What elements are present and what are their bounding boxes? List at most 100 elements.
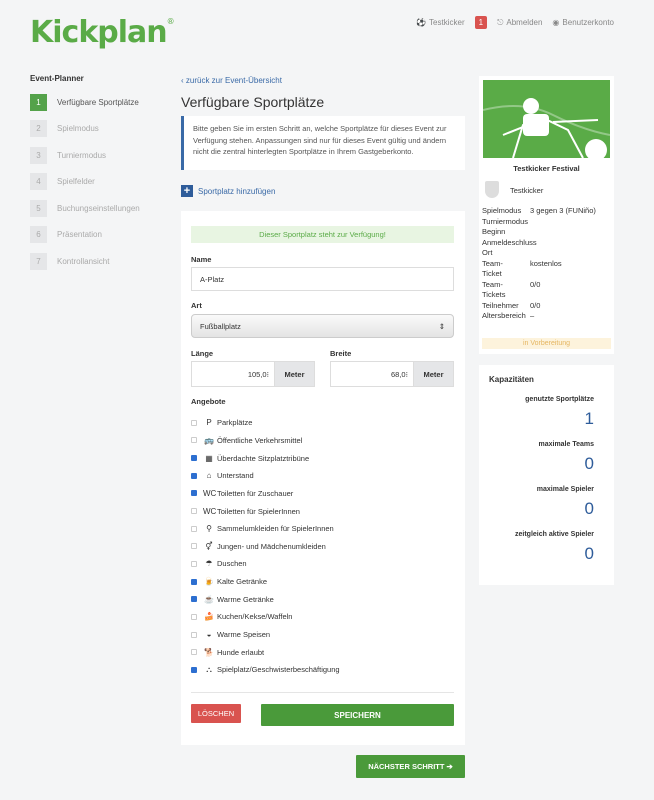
event-detail-row: Altersbereich –	[482, 311, 612, 322]
sidebar-step[interactable]: 2 Spielmodus	[30, 116, 165, 143]
capacity-value: 0	[584, 544, 594, 563]
hot-drink-icon: ☕	[204, 594, 214, 604]
event-detail-value	[530, 248, 612, 259]
sidebar-step[interactable]: 7 Kontrollansicht	[30, 248, 165, 275]
event-detail-key: Anmeldeschluss	[482, 237, 537, 247]
length-input[interactable]: 105,0 ⁝	[191, 361, 275, 387]
amenity-checkbox[interactable]	[191, 543, 197, 550]
event-detail-value	[530, 238, 612, 249]
amenity-label: Warme Getränke	[217, 594, 274, 604]
spinner-icon[interactable]: ⁝	[267, 370, 269, 379]
event-detail-row: Ticket	[482, 269, 612, 280]
save-button[interactable]: SPEICHERN	[261, 704, 454, 726]
step-label: Kontrollansicht	[57, 256, 110, 266]
amenity-checkbox[interactable]	[191, 613, 197, 620]
amenity-checkbox[interactable]	[191, 560, 197, 567]
event-detail-value	[530, 290, 612, 301]
width-input[interactable]: 68,0 ⁝	[330, 361, 414, 387]
spinner-icon[interactable]: ⁝	[406, 370, 408, 379]
back-link-label: zurück zur Event-Übersicht	[185, 76, 282, 85]
delete-button[interactable]: LÖSCHEN	[191, 704, 241, 723]
width-unit: Meter	[414, 361, 454, 387]
wc-icon: WC	[203, 488, 217, 498]
amenity-checkbox[interactable]	[191, 666, 197, 673]
event-detail-row: Spielmodus 3 gegen 3 (FUNiño)	[482, 206, 612, 217]
amenity-checkbox[interactable]	[191, 419, 197, 426]
amenity-checkbox[interactable]	[191, 455, 197, 462]
event-detail-row: Teilnehmer 0/0	[482, 301, 612, 312]
amenity-checkbox[interactable]	[191, 437, 197, 444]
name-input[interactable]: A-Platz	[191, 267, 454, 291]
amenity-item: ⌂ Unterstand	[191, 467, 254, 485]
add-sportsfield-button[interactable]: + Sportplatz hinzufügen	[181, 185, 275, 197]
event-detail-row: Ort	[482, 248, 612, 259]
amenity-checkbox[interactable]	[191, 472, 197, 479]
notification-badge[interactable]: 1	[474, 16, 488, 29]
next-step-button[interactable]: NÄCHSTER SCHRITT ➔	[356, 755, 465, 778]
sidebar-step[interactable]: 4 Spielfelder	[30, 169, 165, 196]
amenity-label: Unterstand	[217, 471, 254, 481]
logout-icon: ⎋	[497, 17, 504, 27]
kickplan-logo[interactable]: Kickplan®	[30, 15, 175, 50]
bus-icon: 🚌	[204, 435, 214, 445]
event-detail-key: Team-	[482, 279, 503, 289]
parking-icon: P	[206, 418, 212, 428]
event-detail-key: Teilnehmer	[482, 300, 519, 310]
event-detail-key: Spielmodus	[482, 206, 522, 215]
select-arrows-icon: ⇕	[438, 321, 445, 331]
amenity-item: ▦ Überdachte Sitzplatztribüne	[191, 449, 309, 467]
type-label: Art	[191, 301, 202, 310]
event-detail-key: Turniermodus	[482, 216, 528, 226]
amenity-label: Duschen	[217, 559, 247, 569]
event-detail-row: Team- 0/0	[482, 280, 612, 291]
event-detail-value: 3 gegen 3 (FUNiño)	[530, 206, 596, 215]
amenity-label: Öffentliche Verkehrsmittel	[217, 435, 303, 445]
sidebar-step[interactable]: 6 Präsentation	[30, 222, 165, 249]
event-detail-row: Turniermodus	[482, 217, 612, 228]
step-number: 5	[30, 199, 47, 217]
capacity-value: 0	[584, 454, 594, 473]
type-select[interactable]: Fußballplatz ⇕	[191, 314, 454, 338]
user-menu[interactable]: ⚽ Testkicker	[416, 18, 465, 27]
amenity-item: 🍺 Kalte Getränke	[191, 573, 267, 591]
amenity-checkbox[interactable]	[191, 508, 197, 515]
user-name: Testkicker	[429, 18, 465, 27]
sidebar-step[interactable]: 5 Buchungseinstellungen	[30, 195, 165, 222]
plus-icon: +	[181, 185, 193, 197]
event-name: Testkicker Festival	[513, 164, 580, 173]
account-link[interactable]: ◉ Benutzerkonto	[552, 18, 614, 27]
logo-registered-mark: ®	[166, 17, 175, 26]
amenity-item: WC Toiletten für Zuschauer	[191, 485, 293, 503]
cold-drink-icon: 🍺	[204, 577, 214, 587]
amenity-checkbox[interactable]	[191, 490, 197, 497]
amenity-item: P Parkplätze	[191, 414, 252, 432]
amenity-label: Sammelumkleiden für SpielerInnen	[217, 524, 334, 534]
sidebar-step[interactable]: 3 Turniermodus	[30, 142, 165, 169]
amenity-checkbox[interactable]	[191, 649, 197, 656]
back-link[interactable]: ‹ zurück zur Event-Übersicht	[181, 76, 282, 85]
amenity-label: Kuchen/Kekse/Waffeln	[217, 612, 293, 622]
amenity-checkbox[interactable]	[191, 596, 197, 603]
width-label: Breite	[330, 349, 352, 358]
step-label: Buchungseinstellungen	[57, 203, 140, 213]
step-number: 6	[30, 226, 47, 244]
shelter-icon: ⌂	[206, 471, 212, 481]
step-number: 7	[30, 252, 47, 270]
shower-icon: ☂	[205, 559, 213, 569]
amenity-checkbox[interactable]	[191, 525, 197, 532]
amenity-checkbox[interactable]	[191, 631, 197, 638]
amenity-item: ◒ Warme Speisen	[191, 626, 270, 644]
step-label: Turniermodus	[57, 150, 107, 160]
amenity-label: Parkplätze	[217, 418, 253, 428]
availability-alert: Dieser Sportplatz steht zur Verfügung!	[191, 226, 454, 243]
capacity-title: Kapazitäten	[489, 375, 534, 384]
amenity-item: ⚥ Jungen- und Mädchenumkleiden	[191, 538, 326, 556]
logout-link[interactable]: ⎋ Abmelden	[497, 18, 542, 28]
amenity-checkbox[interactable]	[191, 578, 197, 585]
capacity-label: maximale Spieler	[536, 486, 594, 493]
step-label: Spielfelder	[57, 177, 95, 187]
sidebar-step[interactable]: 1 Verfügbare Sportplätze	[30, 89, 165, 116]
cake-icon: 🍰	[204, 612, 214, 622]
amenity-label: Warme Speisen	[217, 630, 271, 640]
event-detail-row: Tickets	[482, 290, 612, 301]
